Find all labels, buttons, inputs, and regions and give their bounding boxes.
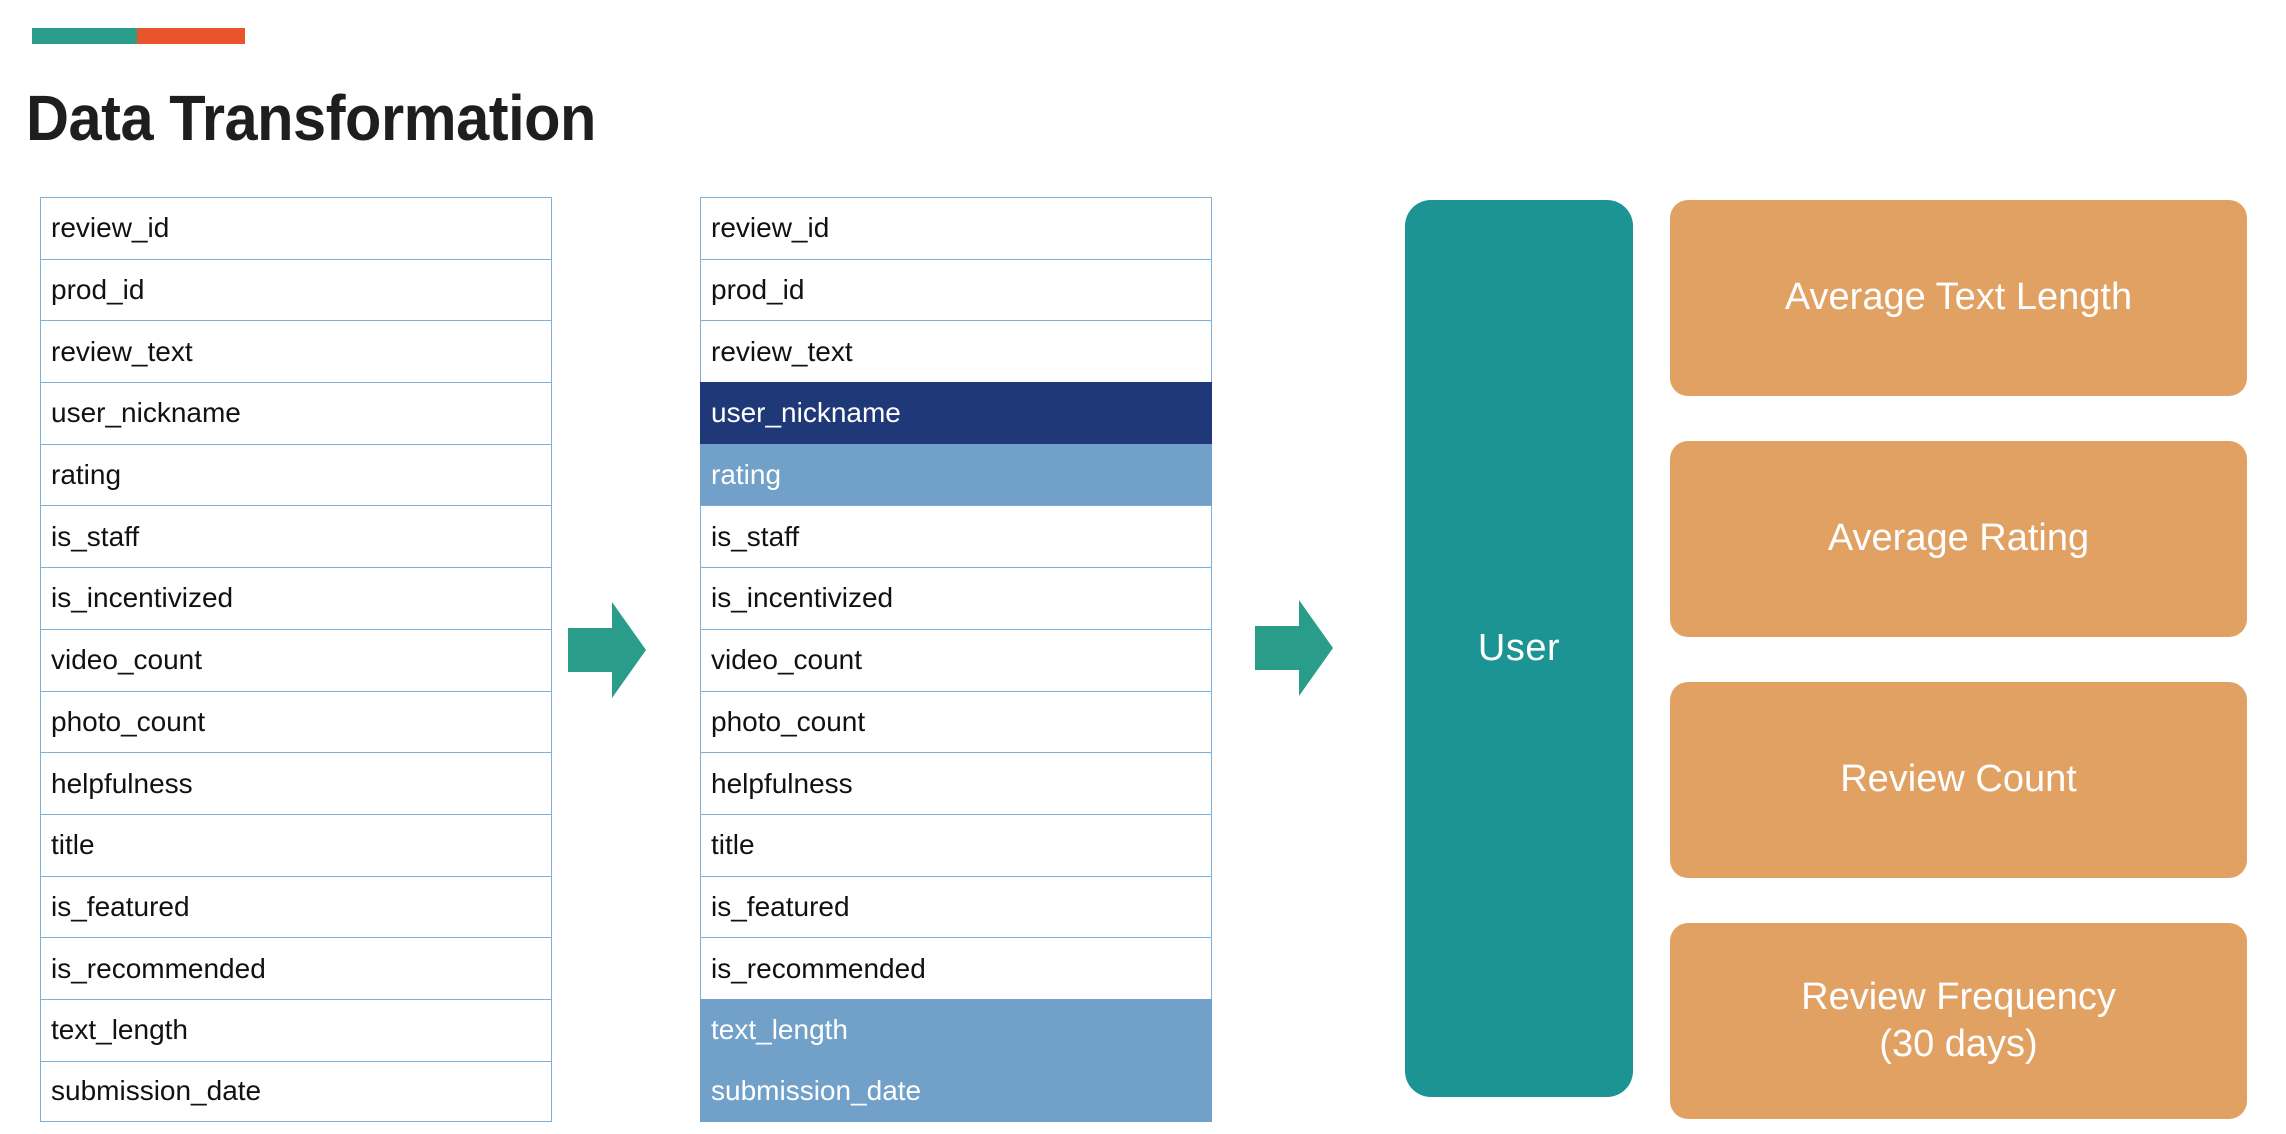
metric-card-label: Review Frequency (30 days): [1801, 974, 2116, 1069]
source-field-row: photo_count: [40, 690, 552, 753]
selected-field-row: prod_id: [700, 258, 1212, 321]
selected-field-row: rating: [700, 443, 1212, 506]
selected-field-label: review_id: [711, 212, 830, 244]
metric-card-label: Average Text Length: [1784, 276, 2133, 319]
source-field-label: review_id: [51, 212, 170, 244]
selected-field-row: is_incentivized: [700, 567, 1212, 629]
metric-card-label: Review Count: [1840, 758, 2077, 801]
metric-card-label-line-1: Review Frequency: [1801, 975, 2116, 1018]
source-field-row: prod_id: [40, 258, 552, 321]
slide-canvas: Data Transformation review_id prod_id revi…: [0, 0, 2286, 1134]
selected-field-table: review_id prod_id review_text user_nickname…: [700, 197, 1212, 1123]
selected-field-label: user_nickname: [711, 397, 901, 429]
source-field-row: is_recommended: [40, 937, 552, 999]
metric-card-label-line-2: (30 days): [1879, 1023, 2038, 1065]
selected-field-label: video_count: [711, 644, 863, 676]
source-field-label: text_length: [51, 1014, 188, 1046]
selected-field-row: title: [700, 813, 1212, 876]
user-entity-label: User: [1477, 627, 1561, 669]
metric-card-average-rating: Average Rating: [1670, 441, 2247, 637]
metric-card-review-frequency: Review Frequency (30 days): [1670, 923, 2247, 1119]
selected-field-label: is_staff: [711, 520, 800, 552]
selected-field-row: review_id: [700, 197, 1212, 259]
selected-field-label: is_incentivized: [711, 582, 894, 614]
selected-field-label: helpfulness: [711, 767, 853, 799]
source-field-row: rating: [40, 443, 552, 506]
selected-field-label: title: [711, 829, 755, 861]
source-field-label: title: [51, 829, 95, 861]
source-field-row: is_incentivized: [40, 567, 552, 629]
source-field-row: text_length: [40, 998, 552, 1061]
source-field-label: rating: [51, 459, 122, 491]
transform-arrow-2-icon: [1255, 598, 1333, 698]
selected-field-label: submission_date: [711, 1074, 922, 1106]
source-field-row: review_id: [40, 197, 552, 259]
source-field-label: user_nickname: [51, 397, 241, 429]
accent-bar: [32, 28, 245, 44]
source-field-row: video_count: [40, 628, 552, 691]
source-field-label: is_recommended: [51, 952, 266, 984]
source-field-label: is_incentivized: [51, 582, 234, 614]
selected-field-row: is_recommended: [700, 937, 1212, 999]
selected-field-label: prod_id: [711, 274, 805, 306]
selected-field-row: submission_date: [700, 1060, 1212, 1123]
selected-field-label: rating: [711, 459, 782, 491]
source-field-table: review_id prod_id review_text user_nickname…: [40, 197, 552, 1123]
selected-field-label: is_featured: [711, 890, 850, 922]
selected-field-row: review_text: [700, 320, 1212, 383]
source-field-row: user_nickname: [40, 382, 552, 444]
source-field-label: video_count: [51, 644, 203, 676]
source-field-label: is_featured: [51, 890, 190, 922]
source-field-row: submission_date: [40, 1060, 552, 1123]
selected-field-row: is_featured: [700, 875, 1212, 938]
transform-arrow-1-icon: [568, 600, 646, 700]
page-title: Data Transformation: [26, 82, 596, 154]
source-field-row: is_staff: [40, 505, 552, 568]
source-field-row: title: [40, 813, 552, 876]
selected-field-row: helpfulness: [700, 752, 1212, 814]
accent-bar-teal-segment: [32, 28, 137, 44]
metric-card-label: Average Rating: [1827, 517, 2090, 560]
selected-field-row: video_count: [700, 628, 1212, 691]
accent-bar-orange-segment: [137, 28, 245, 44]
selected-field-label: review_text: [711, 335, 853, 367]
selected-field-row: is_staff: [700, 505, 1212, 568]
metric-card-average-text-length: Average Text Length: [1670, 200, 2247, 396]
source-field-label: photo_count: [51, 705, 206, 737]
user-entity-box: User: [1405, 200, 1633, 1097]
metric-card-review-count: Review Count: [1670, 682, 2247, 878]
source-field-row: is_featured: [40, 875, 552, 938]
source-field-label: submission_date: [51, 1075, 262, 1107]
selected-field-row: text_length: [700, 998, 1212, 1061]
selected-field-row: user_nickname: [700, 382, 1212, 444]
source-field-label: is_staff: [51, 520, 140, 552]
source-field-label: helpfulness: [51, 767, 193, 799]
selected-field-label: photo_count: [711, 705, 866, 737]
source-field-label: prod_id: [51, 274, 145, 306]
selected-field-label: text_length: [711, 1014, 848, 1046]
selected-field-row: photo_count: [700, 690, 1212, 753]
source-field-label: review_text: [51, 335, 193, 367]
selected-field-label: is_recommended: [711, 952, 926, 984]
source-field-row: helpfulness: [40, 752, 552, 814]
source-field-row: review_text: [40, 320, 552, 383]
